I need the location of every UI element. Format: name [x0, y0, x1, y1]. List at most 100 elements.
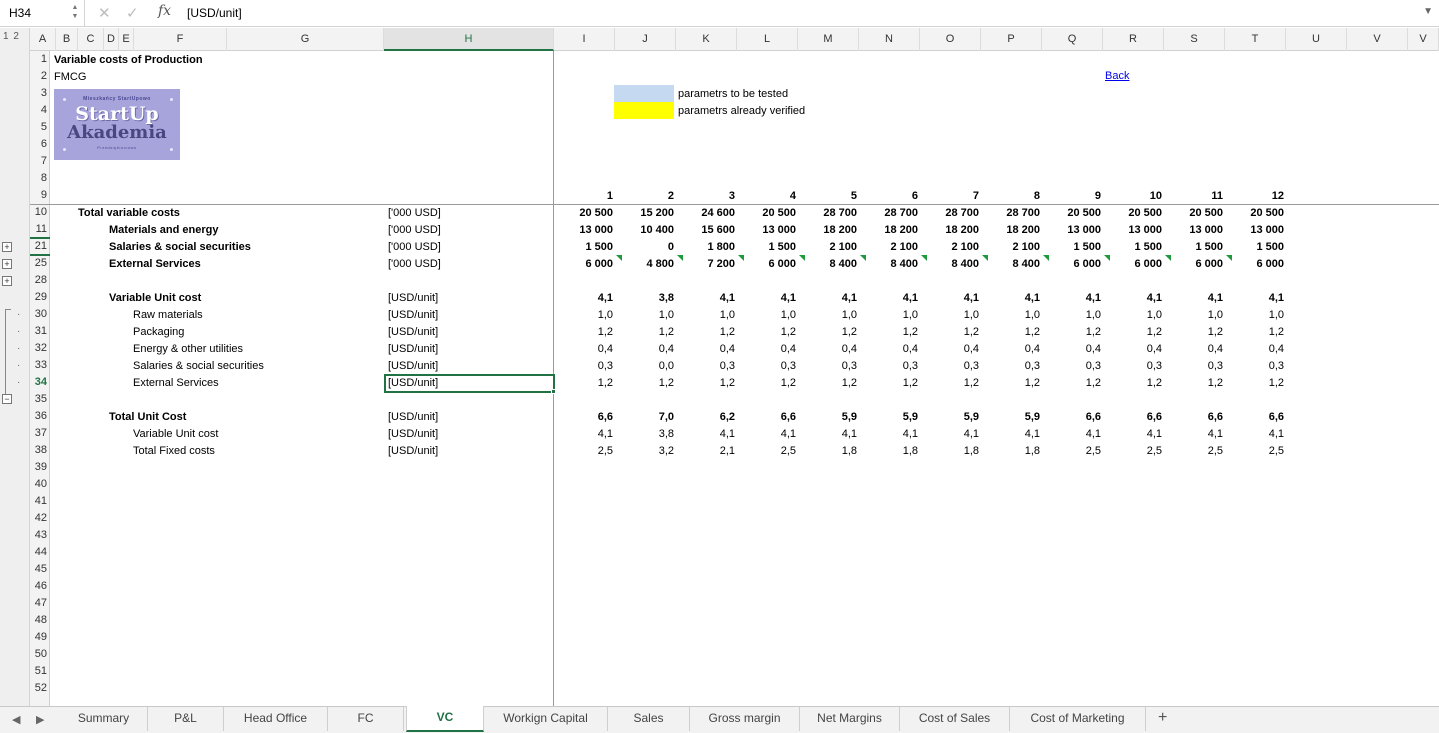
value-cell[interactable]: 1,2: [868, 375, 918, 392]
month-header[interactable]: 9: [1061, 188, 1101, 205]
row-header-32[interactable]: 32: [30, 340, 50, 357]
row-header-2[interactable]: 2: [30, 68, 50, 85]
value-cell[interactable]: 2,5: [1051, 443, 1101, 460]
value-cell[interactable]: 0,4: [1173, 341, 1223, 358]
column-header-a[interactable]: A: [30, 28, 56, 51]
value-cell[interactable]: 5,9: [868, 409, 918, 426]
value-cell[interactable]: 2 100: [990, 239, 1040, 256]
value-cell[interactable]: 4,1: [929, 290, 979, 307]
month-header[interactable]: 8: [1000, 188, 1040, 205]
row-label[interactable]: Total Unit Cost: [109, 409, 186, 426]
value-cell[interactable]: 4,1: [807, 426, 857, 443]
row-label[interactable]: Total variable costs: [78, 205, 180, 222]
unit-cell[interactable]: ['000 USD]: [388, 222, 441, 239]
value-cell[interactable]: 18 200: [807, 222, 857, 239]
value-cell[interactable]: 0,4: [685, 341, 735, 358]
value-cell[interactable]: 2,5: [563, 443, 613, 460]
row-header-28[interactable]: 28: [30, 272, 50, 289]
tab-vc[interactable]: VC: [406, 706, 484, 732]
column-header-o[interactable]: O: [920, 28, 981, 51]
value-cell[interactable]: 0,3: [807, 358, 857, 375]
value-cell[interactable]: 0,4: [868, 341, 918, 358]
column-header-r[interactable]: R: [1103, 28, 1164, 51]
value-cell[interactable]: 1 500: [746, 239, 796, 256]
value-cell[interactable]: 0,3: [685, 358, 735, 375]
value-cell[interactable]: 4,1: [1234, 426, 1284, 443]
value-cell[interactable]: 1,0: [1051, 307, 1101, 324]
value-cell[interactable]: 1,0: [929, 307, 979, 324]
value-cell[interactable]: 2,5: [746, 443, 796, 460]
value-cell[interactable]: 0,4: [746, 341, 796, 358]
check-icon[interactable]: ✓: [126, 4, 139, 22]
row-header-25[interactable]: 25: [30, 255, 50, 272]
row-header-41[interactable]: 41: [30, 493, 50, 510]
value-cell[interactable]: 20 500: [563, 205, 613, 222]
row-header-8[interactable]: 8: [30, 170, 50, 187]
column-header-j[interactable]: J: [615, 28, 676, 51]
row-label[interactable]: External Services: [109, 256, 201, 273]
value-cell[interactable]: 1,0: [1173, 307, 1223, 324]
column-header-s[interactable]: S: [1164, 28, 1225, 51]
value-cell[interactable]: 4,1: [929, 426, 979, 443]
value-cell[interactable]: 13 000: [1173, 222, 1223, 239]
value-cell[interactable]: 4,1: [868, 426, 918, 443]
back-link[interactable]: Back: [1105, 70, 1129, 82]
unit-cell[interactable]: [USD/unit]: [388, 324, 438, 341]
add-sheet-button[interactable]: +: [1158, 709, 1167, 727]
value-cell[interactable]: 18 200: [990, 222, 1040, 239]
value-cell[interactable]: 18 200: [868, 222, 918, 239]
column-header-m[interactable]: M: [798, 28, 859, 51]
month-header[interactable]: 11: [1183, 188, 1223, 205]
value-cell[interactable]: 8 400: [990, 256, 1040, 273]
row-header-40[interactable]: 40: [30, 476, 50, 493]
value-cell[interactable]: 4,1: [990, 290, 1040, 307]
column-header-k[interactable]: K: [676, 28, 737, 51]
active-cell-outline[interactable]: [384, 374, 555, 393]
column-header-g[interactable]: G: [227, 28, 384, 51]
row-header-35[interactable]: 35: [30, 391, 50, 408]
row-header-37[interactable]: 37: [30, 425, 50, 442]
value-cell[interactable]: 4,1: [746, 426, 796, 443]
value-cell[interactable]: 6 000: [1051, 256, 1101, 273]
row-header-47[interactable]: 47: [30, 595, 50, 612]
sheet-title[interactable]: Variable costs of Production: [54, 52, 203, 69]
row-header-42[interactable]: 42: [30, 510, 50, 527]
row-header-7[interactable]: 7: [30, 153, 50, 170]
row-label[interactable]: Salaries & social securities: [133, 358, 264, 375]
value-cell[interactable]: 6 000: [1234, 256, 1284, 273]
value-cell[interactable]: 1,2: [1051, 375, 1101, 392]
value-cell[interactable]: 1,0: [746, 307, 796, 324]
value-cell[interactable]: 2 100: [807, 239, 857, 256]
value-cell[interactable]: 1,2: [624, 375, 674, 392]
value-cell[interactable]: 4,1: [1051, 426, 1101, 443]
column-header-l[interactable]: L: [737, 28, 798, 51]
sheet-grid[interactable]: Variable costs of Production FMCG 1 2 3 4 5 6 7 8…: [51, 51, 1439, 706]
column-header-t[interactable]: T: [1225, 28, 1286, 51]
value-cell[interactable]: 4,1: [1234, 290, 1284, 307]
column-header-f[interactable]: F: [134, 28, 227, 51]
value-cell[interactable]: 1,2: [929, 375, 979, 392]
column-header-d[interactable]: D: [104, 28, 119, 51]
value-cell[interactable]: 0,4: [624, 341, 674, 358]
row-header-3[interactable]: 3: [30, 85, 50, 102]
row-header-38[interactable]: 38: [30, 442, 50, 459]
row-header-33[interactable]: 33: [30, 357, 50, 374]
row-label[interactable]: Variable Unit cost: [133, 426, 218, 443]
value-cell[interactable]: 20 500: [1234, 205, 1284, 222]
month-header[interactable]: 10: [1122, 188, 1162, 205]
tab-cost-of-sales[interactable]: Cost of Sales: [900, 707, 1010, 731]
value-cell[interactable]: 3,8: [624, 290, 674, 307]
column-header-u[interactable]: U: [1286, 28, 1347, 51]
value-cell[interactable]: 1,2: [624, 324, 674, 341]
row-label[interactable]: Salaries & social securities: [109, 239, 251, 256]
value-cell[interactable]: 1,2: [1234, 324, 1284, 341]
column-header-v[interactable]: V: [1408, 28, 1439, 51]
value-cell[interactable]: 20 500: [1173, 205, 1223, 222]
value-cell[interactable]: 4 800: [624, 256, 674, 273]
value-cell[interactable]: 4,1: [685, 426, 735, 443]
value-cell[interactable]: 6,6: [563, 409, 613, 426]
value-cell[interactable]: 0,3: [868, 358, 918, 375]
value-cell[interactable]: 4,1: [1051, 290, 1101, 307]
name-box-stepper-icon[interactable]: ▲ ▼: [70, 3, 80, 21]
value-cell[interactable]: 1,2: [990, 324, 1040, 341]
